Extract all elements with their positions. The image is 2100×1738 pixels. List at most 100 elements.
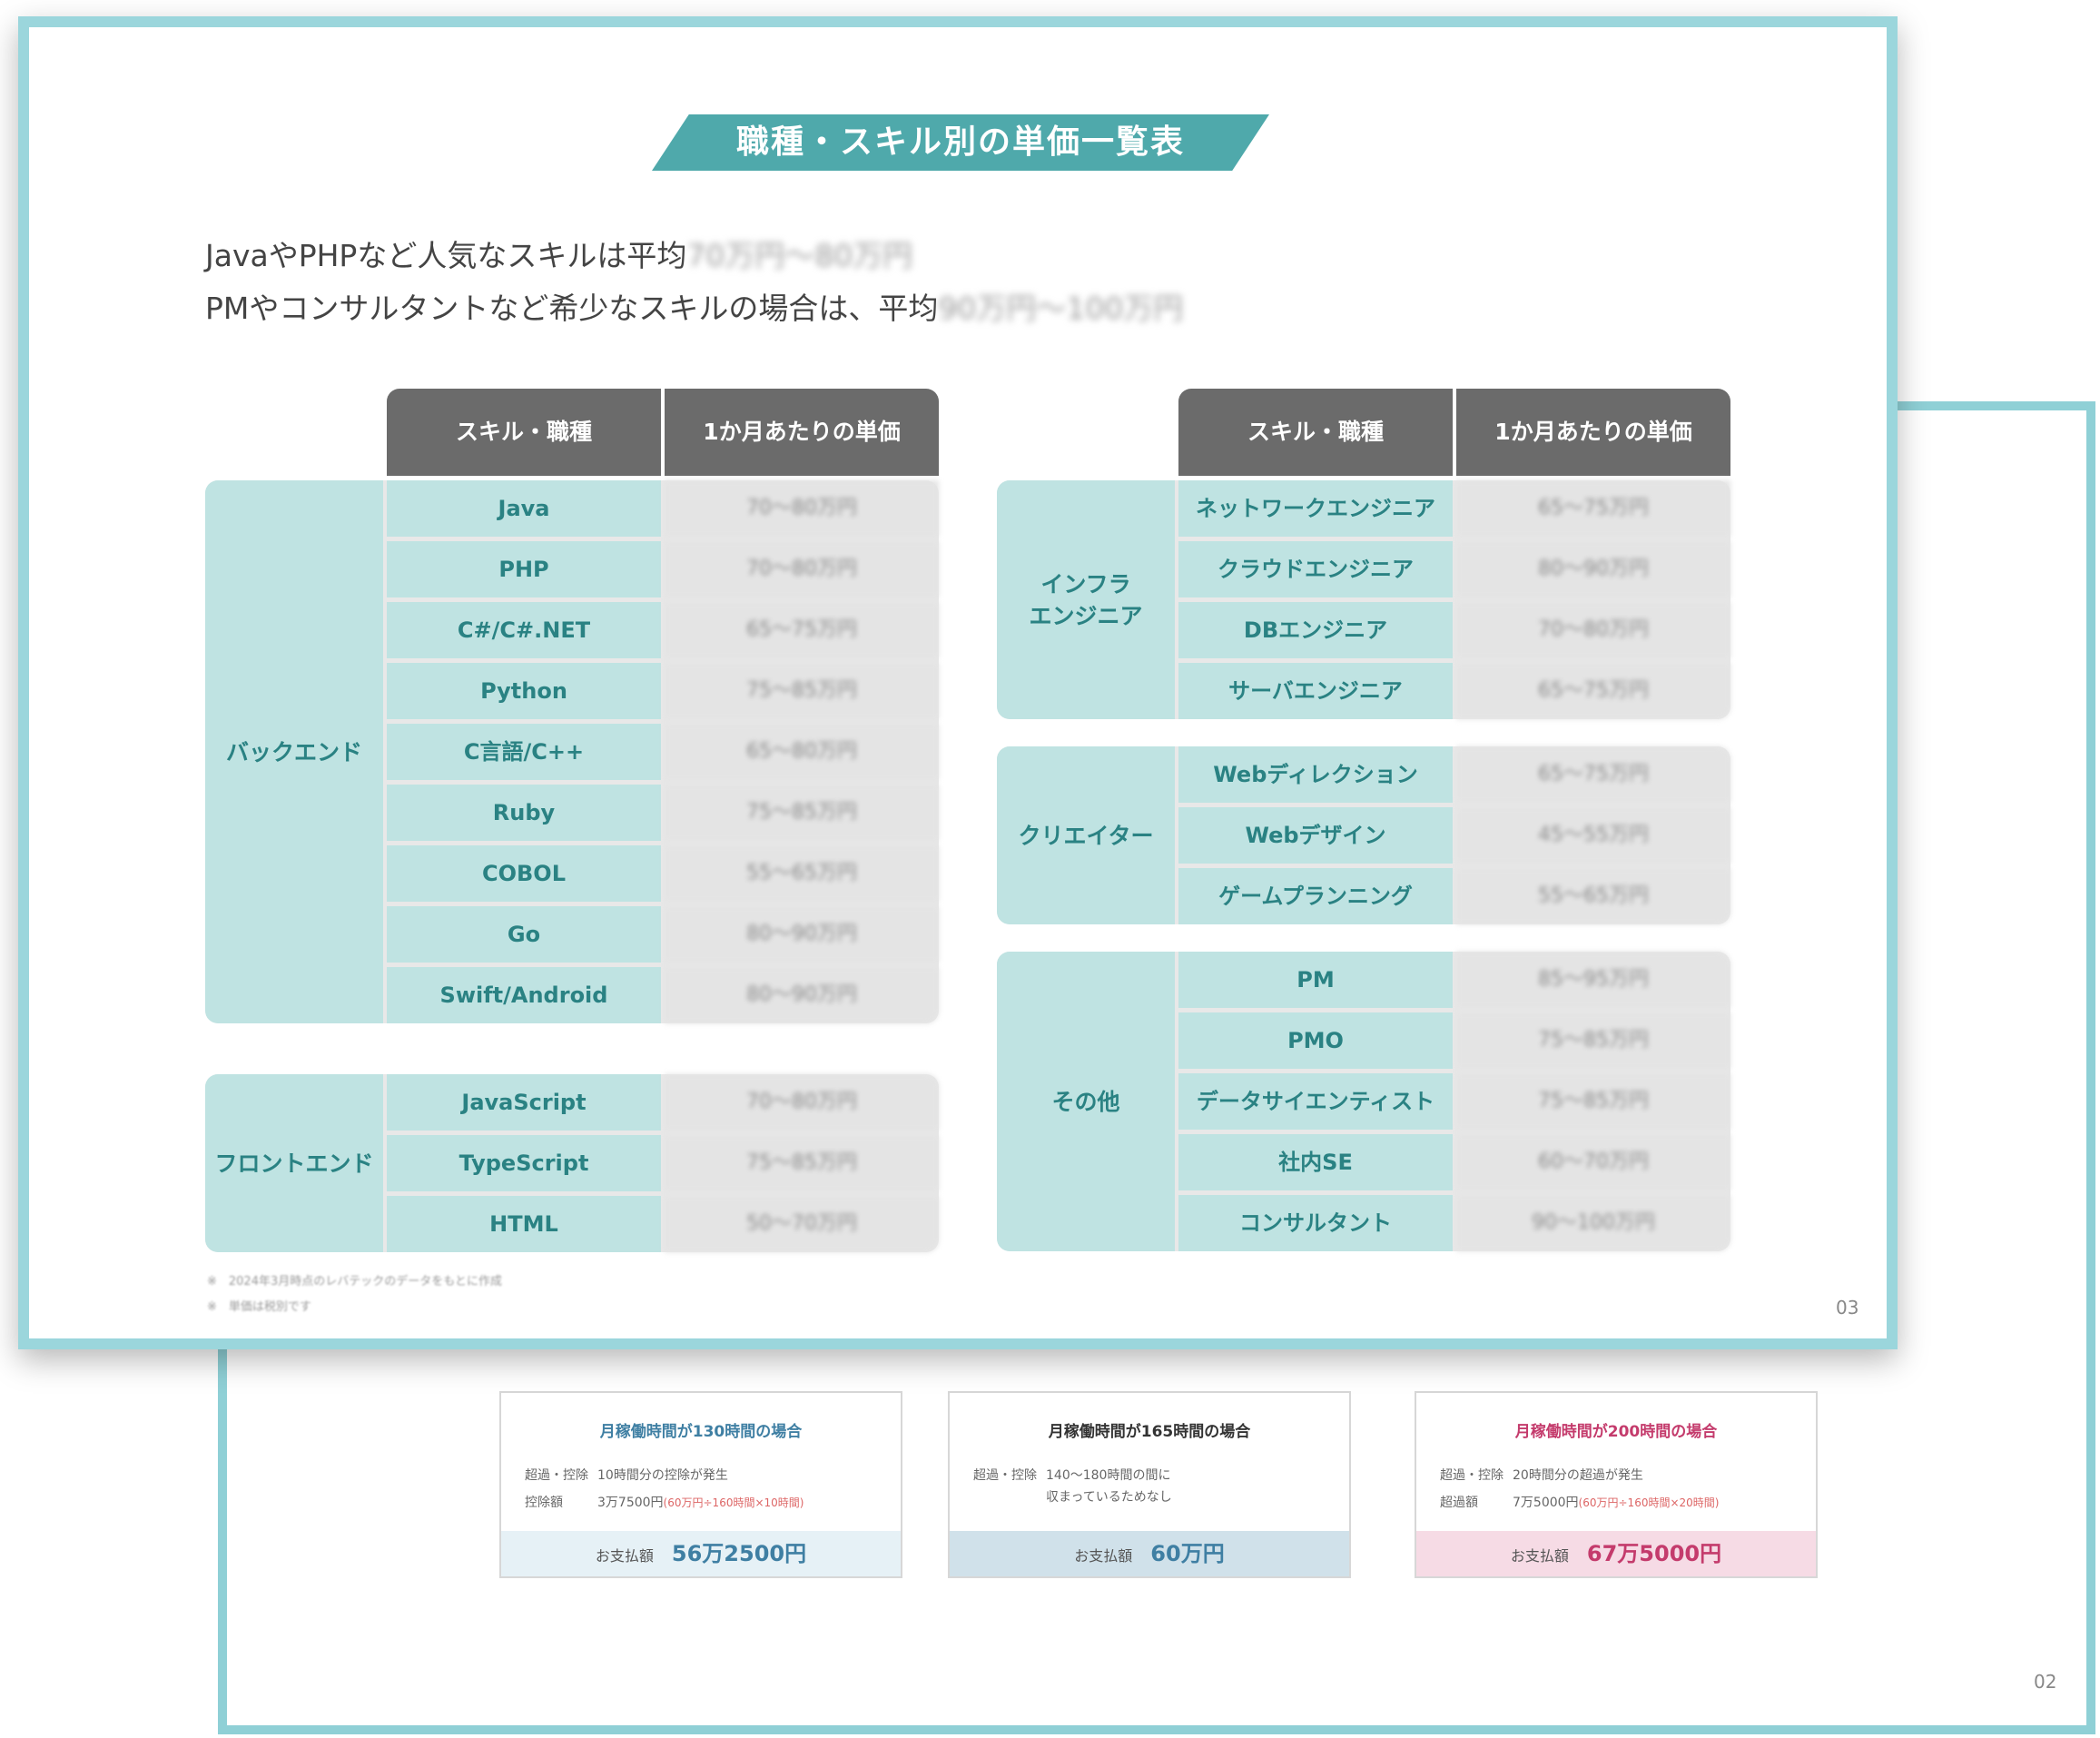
price-cell: 65〜75万円 [1456,663,1730,719]
skill-cell: 社内SE [1178,1134,1453,1190]
group-label: フロントエンド [205,1074,383,1252]
group-label: インフラ エンジニア [997,480,1175,719]
skill-cell: PM [1178,952,1453,1008]
price-cell: 55〜65万円 [665,845,939,902]
case-row-key: 控除額 [525,1496,563,1510]
payment-amount: 56万2500円 [671,1541,807,1566]
case-row-key: 超過・控除 [973,1468,1037,1483]
slide-title: 職種・スキル別の単価一覧表 [735,123,1185,161]
case-row: 超過・控除 140〜180時間の間に [973,1466,1170,1484]
back-page-number: 02 [2034,1671,2057,1693]
skill-cell: Swift/Android [387,967,661,1023]
price-cell: 75〜85万円 [1456,1012,1730,1069]
case-payment-bar: お支払額 60万円 [950,1531,1349,1576]
case-row-key: 超過・控除 [1440,1468,1504,1483]
price-cell: 65〜80万円 [665,724,939,780]
skill-cell: データサイエンティスト [1178,1073,1453,1130]
case-row: 収まっているためなし [973,1487,1172,1506]
header-skill: スキル・職種 [387,389,661,476]
case-row: 超過額 7万5000円(60万円÷160時間×20時間) [1440,1493,1719,1511]
skill-cell: PMO [1178,1012,1453,1069]
case-row-value: 7万5000円 [1513,1496,1579,1510]
price-cell: 75〜85万円 [665,785,939,841]
price-cell: 70〜80万円 [665,1074,939,1131]
skill-cell: Ruby [387,785,661,841]
case-row: 超過・控除 10時間分の控除が発生 [525,1466,728,1484]
case-card-130h: 月稼働時間が130時間の場合 超過・控除 10時間分の控除が発生 控除額 3万750… [499,1391,902,1578]
payment-label: お支払額 [1510,1547,1569,1565]
skill-cell: ネットワークエンジニア [1178,480,1453,537]
group-label: その他 [997,952,1175,1251]
title-banner: 職種・スキル別の単価一覧表 [652,114,1269,171]
case-row: 超過・控除 20時間分の超過が発生 [1440,1466,1643,1484]
case-row-value: 20時間分の超過が発生 [1513,1468,1643,1483]
case-card-200h: 月稼働時間が200時間の場合 超過・控除 20時間分の超過が発生 超過額 7万500… [1415,1391,1818,1578]
skill-cell: Go [387,906,661,963]
case-title: 月稼働時間が200時間の場合 [1514,1423,1718,1441]
case-title: 月稼働時間が130時間の場合 [599,1423,803,1441]
case-title: 月稼働時間が165時間の場合 [1048,1423,1251,1441]
payment-amount: 67万5000円 [1586,1541,1722,1566]
price-cell: 45〜55万円 [1456,807,1730,864]
skill-cell: JavaScript [387,1074,661,1131]
lead-line: PMやコンサルタントなど希少なスキルの場合は、平均90万円〜100万円 [205,284,1183,328]
case-row-value: 収まっているためなし [1046,1490,1172,1505]
price-cell: 85〜95万円 [1456,952,1730,1008]
payment-amount: 60万円 [1150,1541,1225,1566]
header-price: 1か月あたりの単価 [1456,389,1730,476]
skill-cell: Webディレクション [1178,746,1453,803]
price-cell: 65〜75万円 [1456,480,1730,537]
price-cell: 90〜100万円 [1456,1195,1730,1251]
lead-text: PMやコンサルタントなど希少なスキルの場合は、平均 [205,291,939,326]
skill-cell: C言語/C++ [387,724,661,780]
skill-cell: Webデザイン [1178,807,1453,864]
skill-cell: Java [387,480,661,537]
case-row: 控除額 3万7500円(60万円÷160時間×10時間) [525,1493,804,1511]
price-cell: 70〜80万円 [1456,602,1730,658]
case-row-sub: (60万円÷160時間×20時間) [1578,1496,1720,1509]
footnote: ※ 単価は税別です [207,1300,311,1314]
skill-cell: コンサルタント [1178,1195,1453,1251]
group-label: バックエンド [205,480,383,1023]
group-label: クリエイター [997,746,1175,924]
skill-cell: PHP [387,541,661,597]
price-cell: 80〜90万円 [1456,541,1730,597]
front-slide: 職種・スキル別の単価一覧表 JavaやPHPなど人気なスキルは平均70万円〜80… [18,16,1898,1349]
header-price: 1か月あたりの単価 [665,389,939,476]
price-cell: 65〜75万円 [1456,746,1730,803]
skill-cell: ゲームプランニング [1178,868,1453,924]
skill-cell: Python [387,663,661,719]
lead-text: JavaやPHPなど人気なスキルは平均 [205,238,687,273]
price-cell: 75〜85万円 [665,1135,939,1191]
price-cell: 80〜90万円 [665,967,939,1023]
payment-label: お支払額 [595,1547,654,1565]
case-row-value: 10時間分の控除が発生 [597,1468,728,1483]
header-skill: スキル・職種 [1178,389,1453,476]
case-card-165h: 月稼働時間が165時間の場合 超過・控除 140〜180時間の間に 収まっているた… [948,1391,1351,1578]
lead-line: JavaやPHPなど人気なスキルは平均70万円〜80万円 [205,232,912,275]
lead-blurred-value: 70万円〜80万円 [686,238,913,273]
front-page-number: 03 [1836,1297,1859,1318]
skill-cell: クラウドエンジニア [1178,541,1453,597]
payment-label: お支払額 [1074,1547,1133,1565]
price-cell: 55〜65万円 [1456,868,1730,924]
price-cell: 75〜85万円 [1456,1073,1730,1130]
price-cell: 60〜70万円 [1456,1134,1730,1190]
price-cell: 70〜80万円 [665,541,939,597]
case-row-value: 140〜180時間の間に [1046,1468,1171,1483]
skill-cell: サーバエンジニア [1178,663,1453,719]
case-payment-bar: お支払額 67万5000円 [1416,1531,1816,1576]
left-price-table: スキル・職種 1か月あたりの単価 バックエンド Java 70〜80万円 PHP 70〜80… [205,389,939,1260]
skill-cell: TypeScript [387,1135,661,1191]
case-row-value: 3万7500円 [597,1496,664,1510]
case-row-sub: (60万円÷160時間×10時間) [663,1496,804,1509]
skill-cell: C#/C#.NET [387,602,661,658]
price-cell: 65〜75万円 [665,602,939,658]
price-cell: 80〜90万円 [665,906,939,963]
case-row-key: 超過額 [1440,1496,1478,1510]
price-cell: 75〜85万円 [665,663,939,719]
right-price-table: スキル・職種 1か月あたりの単価 インフラ エンジニア ネットワークエンジニア 65〜7… [997,389,1730,1260]
case-row-key: 超過・控除 [525,1468,588,1483]
skill-cell: COBOL [387,845,661,902]
price-cell: 70〜80万円 [665,480,939,537]
